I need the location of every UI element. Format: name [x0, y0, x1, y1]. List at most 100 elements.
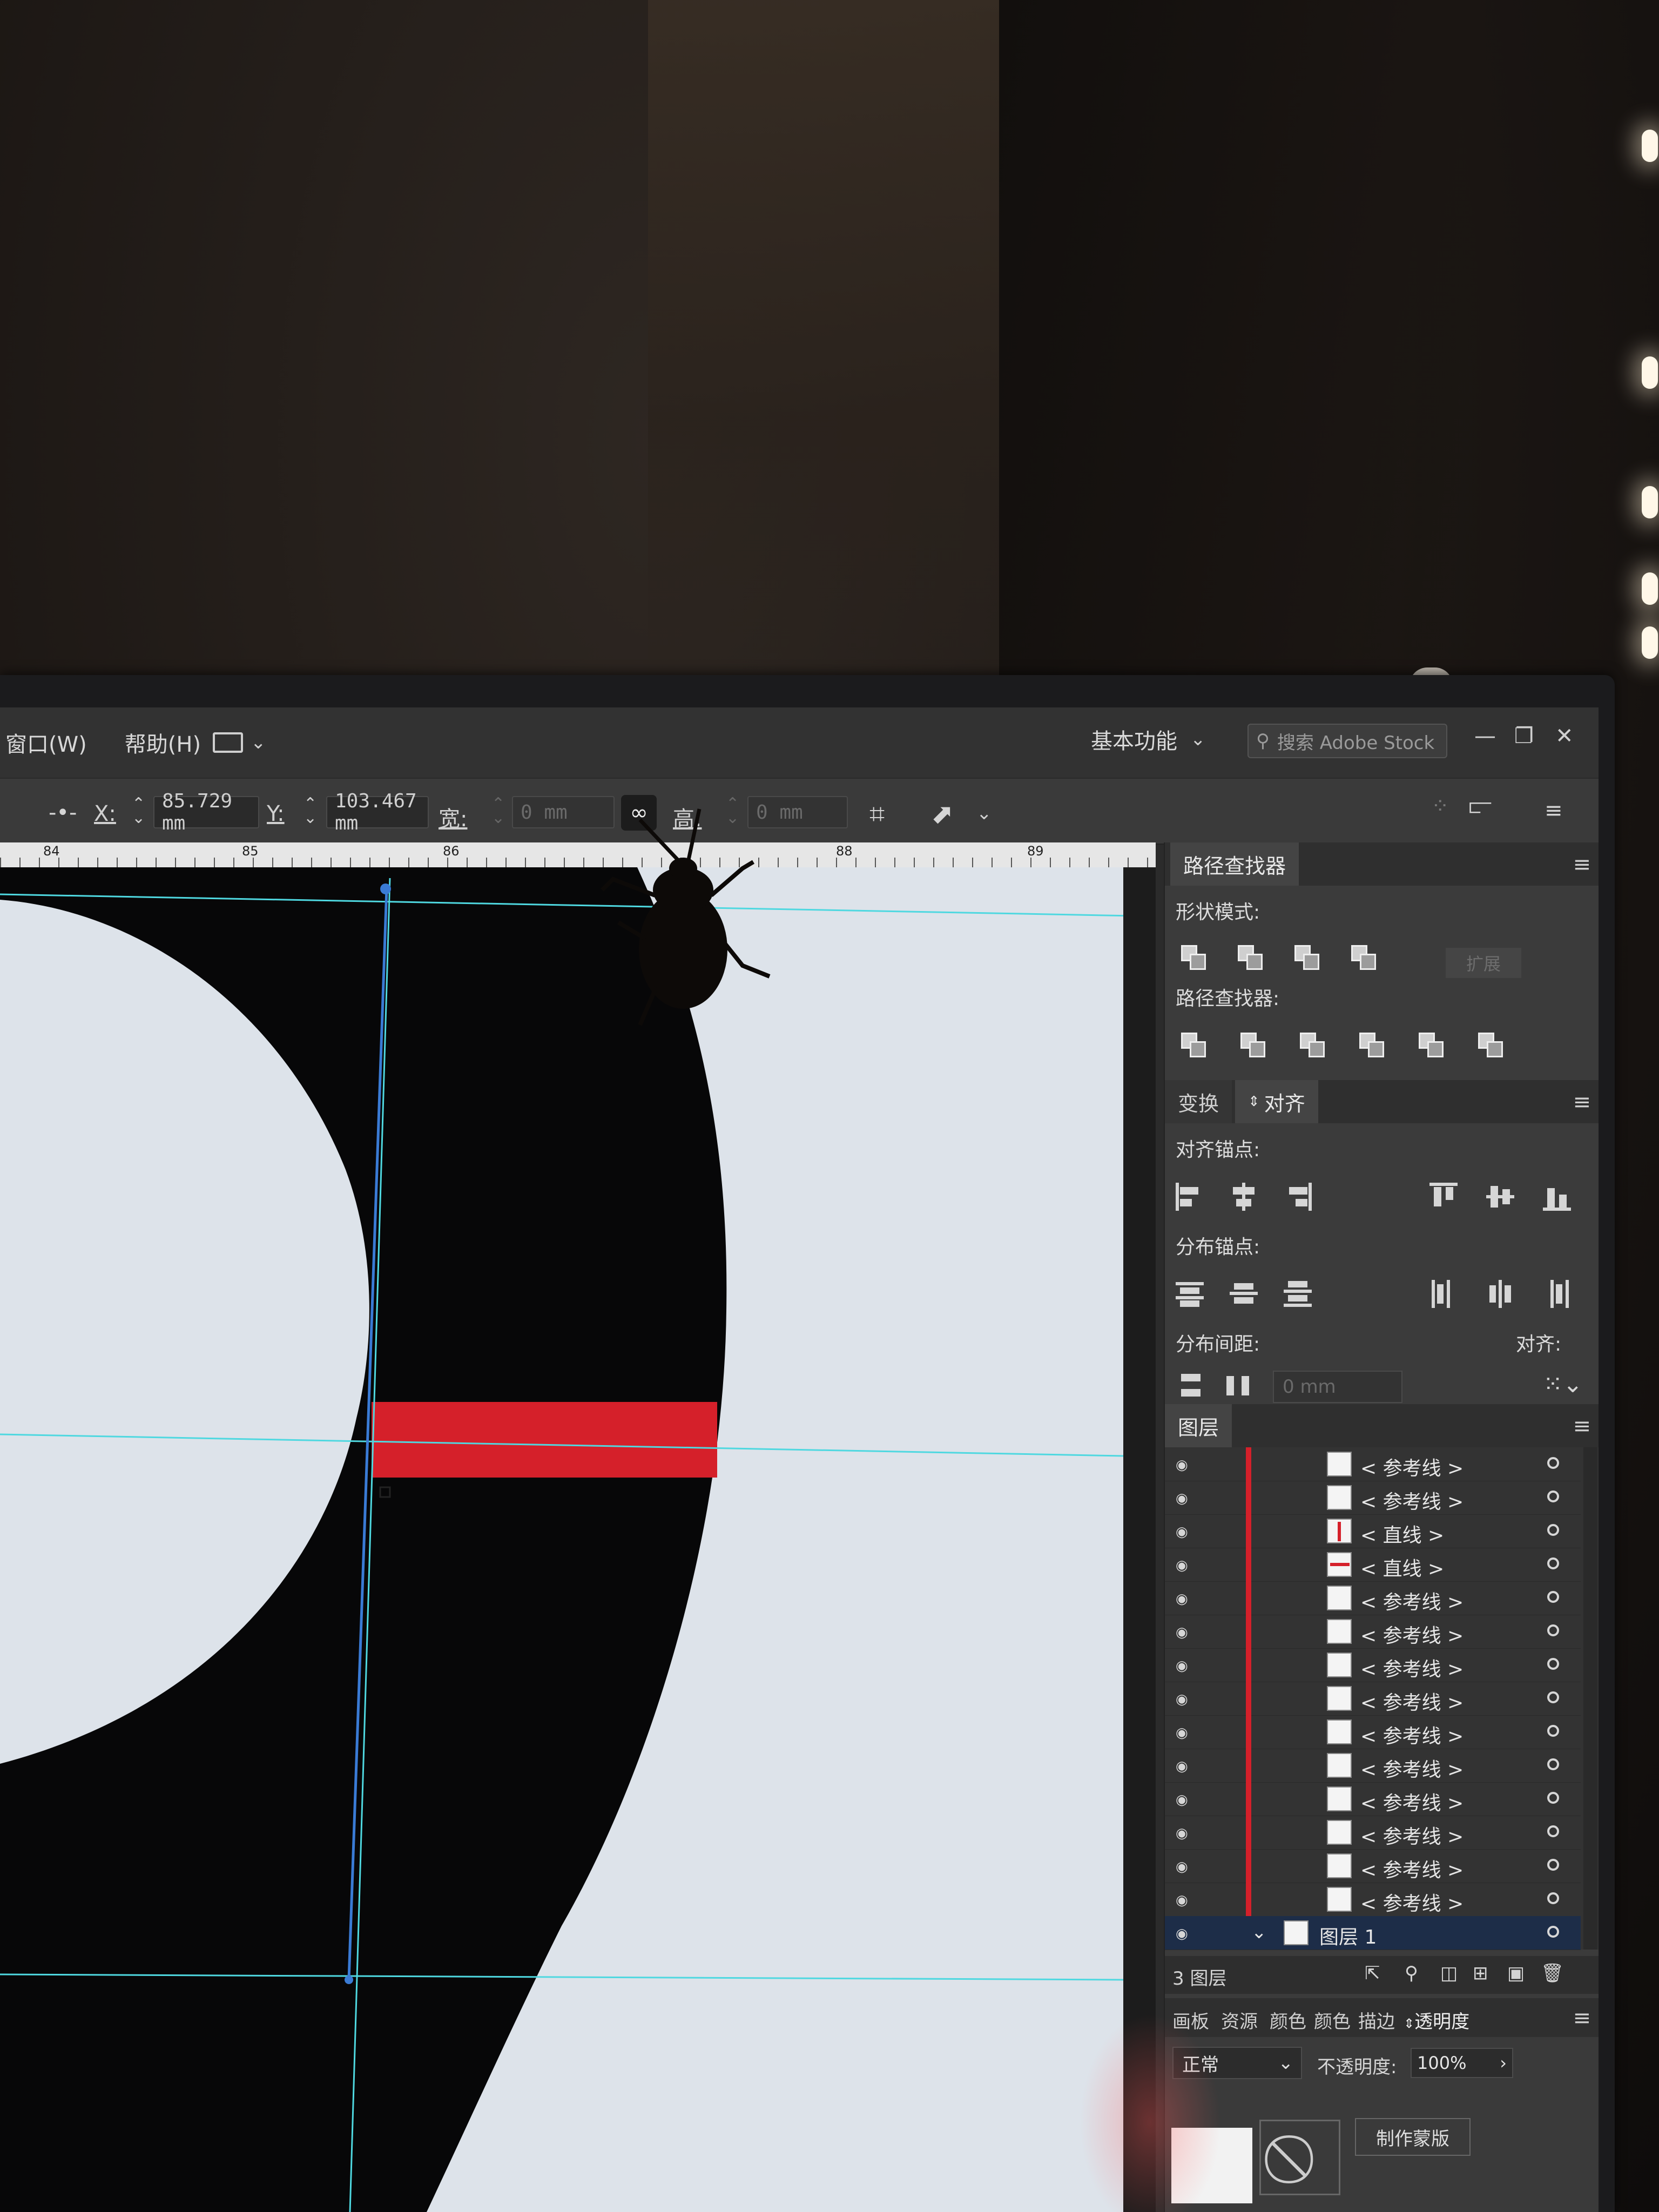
visibility-eye-icon[interactable]: ◉ [1176, 1792, 1192, 1808]
y-field[interactable]: 103.467 mm [326, 790, 429, 834]
locate-object-icon[interactable]: ⚲ [1405, 1963, 1418, 1984]
visibility-eye-icon[interactable]: ◉ [1176, 1624, 1192, 1641]
clipping-mask-icon[interactable]: ◫ [1440, 1963, 1458, 1984]
crop-button[interactable] [1359, 1033, 1386, 1060]
menu-window[interactable]: 窗口(W) [0, 727, 92, 758]
new-layer-icon[interactable]: ▣ [1507, 1963, 1525, 1984]
x-stepper-icon[interactable]: ⌃ ⌄ [132, 796, 145, 826]
distribute-spacing-v-icon[interactable] [1176, 1372, 1204, 1400]
distribute-v-center-icon[interactable] [1230, 1280, 1258, 1308]
layer-row[interactable]: ◉ < 参考线 > [1165, 1715, 1581, 1749]
chevron-right-icon[interactable]: › [1500, 2053, 1507, 2073]
merge-button[interactable] [1300, 1033, 1327, 1060]
exclude-button[interactable] [1351, 945, 1378, 972]
trim-button[interactable] [1240, 1033, 1267, 1060]
y-stepper-icon[interactable]: ⌃ ⌄ [304, 796, 317, 826]
new-sublayer-icon[interactable]: ⊞ [1473, 1963, 1488, 1984]
workspace-switcher[interactable]: 基本功能 ⌄ [1091, 724, 1206, 755]
chevron-down-icon[interactable]: ⌄ [976, 802, 992, 824]
align-to-selection-icon[interactable]: ⁙⌄ [1543, 1371, 1583, 1398]
layer-row[interactable]: ◉ < 参考线 > [1165, 1615, 1581, 1649]
export-icon[interactable]: ⇱ [1365, 1963, 1380, 1984]
visibility-eye-icon[interactable]: ◉ [1176, 1926, 1192, 1942]
layer-row[interactable]: ◉ < 参考线 > [1165, 1883, 1581, 1917]
target-ring-icon[interactable] [1547, 1892, 1559, 1904]
panel-menu-icon[interactable]: ≡ [1573, 852, 1591, 877]
tab-color-guide[interactable]: 颜色 [1314, 2007, 1351, 2033]
minus-front-button[interactable] [1238, 945, 1265, 972]
visibility-eye-icon[interactable]: ◉ [1176, 1691, 1192, 1708]
tab-transparency[interactable]: ⇕透明度 [1404, 2007, 1469, 2033]
align-h-center-icon[interactable] [1230, 1183, 1258, 1211]
layer-row[interactable]: ◉ < 参考线 > [1165, 1816, 1581, 1850]
distribute-bottom-icon[interactable] [1284, 1280, 1312, 1308]
tab-pathfinder[interactable]: 路径查找器 [1170, 842, 1299, 886]
tab-transform[interactable]: 变换 [1165, 1080, 1232, 1123]
distribute-right-icon[interactable] [1543, 1280, 1571, 1308]
layer-row[interactable]: ◉ < 参考线 > [1165, 1648, 1581, 1682]
trash-icon[interactable]: 🗑 [1541, 1963, 1564, 1984]
layer-row[interactable]: ◉ < 参考线 > [1165, 1481, 1581, 1515]
layer-row[interactable]: ◉ < 参考线 > [1165, 1581, 1581, 1615]
visibility-eye-icon[interactable]: ◉ [1176, 1457, 1192, 1473]
align-objects-icon[interactable]: ⫍ [1469, 794, 1492, 819]
tab-color[interactable]: 颜色 [1270, 2007, 1306, 2033]
target-ring-icon[interactable] [1547, 1859, 1559, 1871]
opacity-field[interactable]: 100% › [1411, 2048, 1513, 2078]
outline-button[interactable] [1419, 1033, 1446, 1060]
target-ring-icon[interactable] [1547, 1691, 1559, 1703]
unite-button[interactable] [1181, 945, 1208, 972]
panel-menu-icon[interactable]: ≡ [1573, 2006, 1591, 2031]
intersect-button[interactable] [1294, 945, 1321, 972]
target-ring-icon[interactable] [1547, 1825, 1559, 1837]
target-ring-icon[interactable] [1547, 1758, 1559, 1770]
target-ring-icon[interactable] [1547, 1658, 1559, 1670]
target-ring-icon[interactable] [1547, 1624, 1559, 1636]
layer-row[interactable]: ◉ < 参考线 > [1165, 1749, 1581, 1783]
distribute-top-icon[interactable] [1176, 1280, 1204, 1308]
minus-back-button[interactable] [1478, 1033, 1505, 1060]
target-ring-icon[interactable] [1547, 1524, 1559, 1536]
align-left-icon[interactable] [1176, 1183, 1204, 1211]
visibility-eye-icon[interactable]: ◉ [1176, 1491, 1192, 1507]
align-v-center-icon[interactable] [1486, 1183, 1514, 1211]
align-top-icon[interactable] [1429, 1183, 1458, 1211]
target-ring-icon[interactable] [1547, 1926, 1559, 1938]
layer-row[interactable]: ◉ < 参考线 > [1165, 1682, 1581, 1716]
layer-row[interactable]: ◉ < 参考线 > [1165, 1782, 1581, 1816]
align-to-icon[interactable]: ⁘ [1431, 794, 1449, 819]
artboard-canvas[interactable] [0, 867, 1156, 2212]
align-bottom-icon[interactable] [1543, 1183, 1571, 1211]
transform-bounds-icon[interactable]: ⌗ [869, 798, 885, 830]
distribute-h-center-icon[interactable] [1486, 1280, 1514, 1308]
visibility-eye-icon[interactable]: ◉ [1176, 1524, 1192, 1540]
distribute-spacing-h-icon[interactable] [1224, 1372, 1252, 1400]
layer-row[interactable]: ◉ < 直线 > [1165, 1514, 1581, 1548]
close-icon[interactable]: ✕ [1555, 724, 1574, 748]
menu-help[interactable]: 帮助(H) [119, 727, 206, 758]
tab-assets[interactable]: 资源 [1221, 2007, 1258, 2033]
panel-menu-icon[interactable]: ≡ [1573, 1414, 1591, 1439]
expand-chevron-icon[interactable]: ⌄ [1251, 1921, 1267, 1943]
tab-layers[interactable]: 图层 [1165, 1404, 1232, 1447]
make-mask-button[interactable]: 制作蒙版 [1355, 2118, 1471, 2156]
layer-row[interactable]: ◉ < 参考线 > [1165, 1849, 1581, 1883]
isolate-icon[interactable]: ⬈ [931, 798, 954, 830]
panel-menu-icon[interactable]: ≡ [1545, 798, 1563, 823]
visibility-eye-icon[interactable]: ◉ [1176, 1725, 1192, 1741]
visibility-eye-icon[interactable]: ◉ [1176, 1591, 1192, 1607]
tab-stroke[interactable]: 描边 [1358, 2007, 1395, 2033]
visibility-eye-icon[interactable]: ◉ [1176, 1758, 1192, 1775]
target-ring-icon[interactable] [1547, 1725, 1559, 1737]
x-field[interactable]: 85.729 mm [153, 790, 259, 834]
distribute-left-icon[interactable] [1429, 1280, 1458, 1308]
panel-menu-icon[interactable]: ≡ [1573, 1090, 1591, 1115]
visibility-eye-icon[interactable]: ◉ [1176, 1658, 1192, 1674]
target-ring-icon[interactable] [1547, 1557, 1559, 1569]
tab-align[interactable]: ⇕ 对齐 [1235, 1080, 1318, 1123]
arrange-documents-button[interactable]: ⌄ [213, 724, 278, 761]
layer-row[interactable]: ◉ < 直线 > [1165, 1548, 1581, 1582]
visibility-eye-icon[interactable]: ◉ [1176, 1892, 1192, 1908]
layer-row-top[interactable]: ◉ ⌄ 图层 1 [1165, 1916, 1581, 1950]
target-ring-icon[interactable] [1547, 1591, 1559, 1603]
